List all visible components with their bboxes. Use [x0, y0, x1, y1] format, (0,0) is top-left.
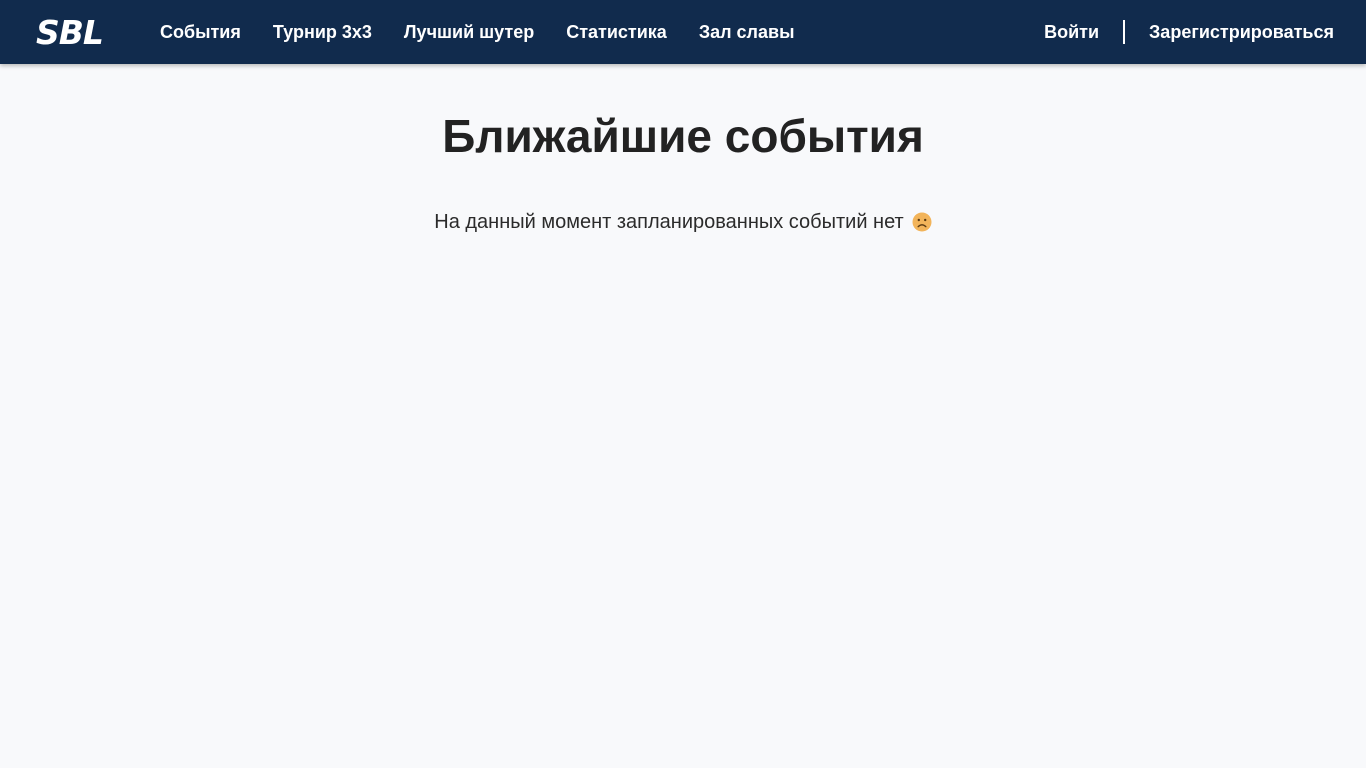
empty-state-message: На данный момент запланированных событий… [434, 211, 904, 233]
nav-item-hall-of-fame[interactable]: Зал славы [699, 22, 795, 43]
main-nav: События Турнир 3х3 Лучший шутер Статисти… [160, 0, 826, 64]
auth-links: Войти Зарегистрироваться [1044, 0, 1334, 64]
auth-divider [1123, 20, 1126, 44]
nav-item-tournament-3x3[interactable]: Турнир 3х3 [273, 22, 372, 43]
nav-item-statistics[interactable]: Статистика [566, 22, 667, 43]
site-logo[interactable]: SBL [36, 12, 104, 52]
page-title: Ближайшие события [442, 110, 924, 162]
register-link[interactable]: Зарегистрироваться [1149, 22, 1334, 43]
nav-item-events[interactable]: События [160, 22, 241, 43]
login-link[interactable]: Войти [1044, 22, 1099, 43]
nav-item-best-shooter[interactable]: Лучший шутер [404, 22, 534, 43]
top-navbar: SBL События Турнир 3х3 Лучший шутер Стат… [0, 0, 1366, 64]
main-content: Ближайшие события На данный момент запла… [0, 64, 1366, 768]
sad-face-icon [912, 212, 932, 232]
empty-state: На данный момент запланированных событий… [0, 208, 1366, 236]
